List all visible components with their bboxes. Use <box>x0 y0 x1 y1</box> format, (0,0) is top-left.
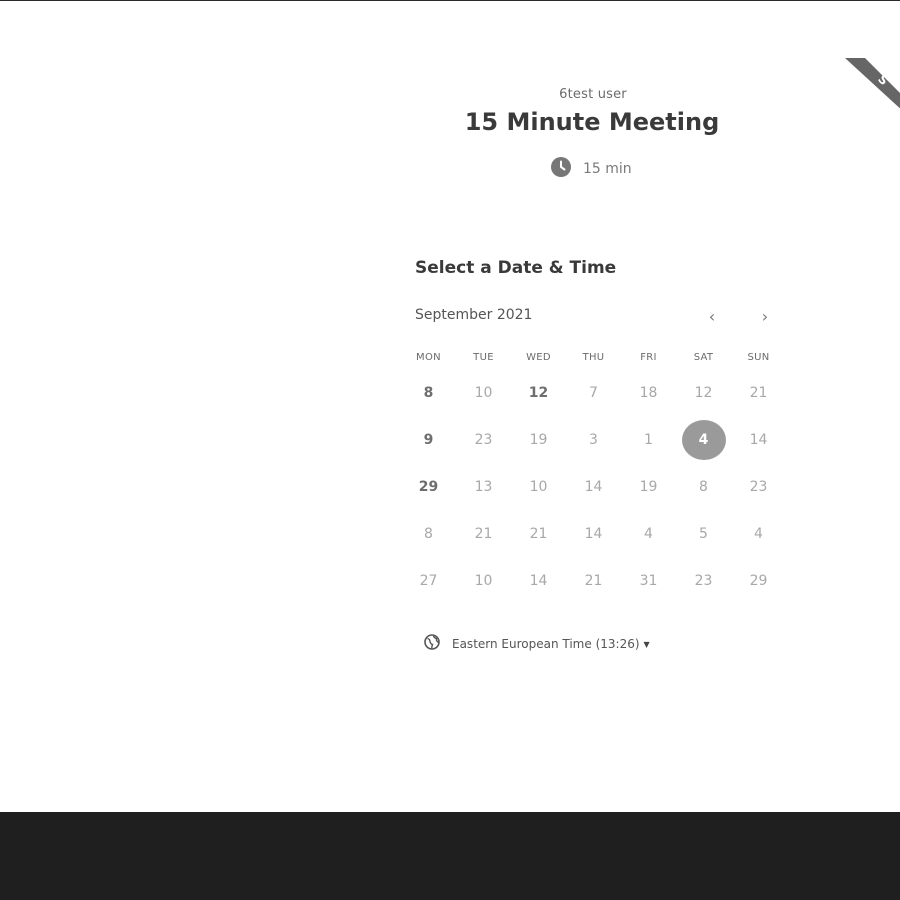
chevron-left-icon: ‹ <box>708 306 716 326</box>
day-cell: 19 <box>621 463 676 510</box>
day-cell: 14 <box>566 463 621 510</box>
day-cell: 13 <box>456 463 511 510</box>
day-number: 12 <box>694 384 713 401</box>
day-cell: 8 <box>401 510 456 557</box>
section-title: Select a Date & Time <box>415 258 617 278</box>
day-cell[interactable]: 9 <box>401 416 456 463</box>
day-number: 4 <box>644 525 653 542</box>
timezone-label: Eastern European Time (13:26) <box>452 637 640 651</box>
day-cell: 3 <box>566 416 621 463</box>
day-cell: 4 <box>731 510 786 557</box>
day-cell[interactable]: 8 <box>401 369 456 416</box>
day-number: 10 <box>529 478 548 495</box>
day-number: 14 <box>584 525 603 542</box>
day-number: 21 <box>474 525 493 542</box>
day-cell: 21 <box>566 557 621 604</box>
day-number: 19 <box>529 431 548 448</box>
day-cell: 10 <box>511 463 566 510</box>
day-cell: 31 <box>621 557 676 604</box>
globe-icon <box>424 634 440 654</box>
weekday-label: WED <box>526 352 551 363</box>
day-cell-selected[interactable]: 4 <box>676 416 731 463</box>
booking-page: S 6test user 15 Minute Meeting 15 min Se… <box>0 0 900 900</box>
day-number: 4 <box>681 419 726 460</box>
weekday-label: SAT <box>693 352 714 363</box>
day-cell: 14 <box>731 416 786 463</box>
next-month-button[interactable]: › <box>755 305 775 327</box>
day-cell: 7 <box>566 369 621 416</box>
day-cell: 5 <box>676 510 731 557</box>
day-cell: 18 <box>621 369 676 416</box>
month-label: September 2021 <box>415 307 533 323</box>
weekday-header: MON TUE WED THU FRI SAT SUN <box>401 352 786 363</box>
day-number: 18 <box>639 384 658 401</box>
day-number: 5 <box>699 525 708 542</box>
day-number: 4 <box>754 525 763 542</box>
day-number: 29 <box>749 572 768 589</box>
duration-info: 15 min <box>551 157 632 181</box>
day-number: 8 <box>699 478 708 495</box>
day-number: 19 <box>639 478 658 495</box>
day-number: 21 <box>584 572 603 589</box>
chevron-right-icon: › <box>761 306 769 326</box>
day-cell: 29 <box>731 557 786 604</box>
day-number: 23 <box>474 431 493 448</box>
weekday-label: MON <box>416 352 441 363</box>
day-number: 21 <box>749 384 768 401</box>
day-cell: 23 <box>731 463 786 510</box>
duration-text: 15 min <box>583 161 632 177</box>
day-cell: 27 <box>401 557 456 604</box>
day-number: 12 <box>528 384 549 401</box>
day-cell: 21 <box>456 510 511 557</box>
day-cell: 19 <box>511 416 566 463</box>
weekday-label: SUN <box>747 352 770 363</box>
day-cell: 8 <box>676 463 731 510</box>
day-cell: 12 <box>676 369 731 416</box>
day-number: 31 <box>639 572 658 589</box>
event-title: 15 Minute Meeting <box>464 108 720 136</box>
day-cell: 14 <box>566 510 621 557</box>
day-number: 13 <box>474 478 493 495</box>
day-cell: 10 <box>456 369 511 416</box>
day-cell: 1 <box>621 416 676 463</box>
day-number: 14 <box>529 572 548 589</box>
day-number: 23 <box>694 572 713 589</box>
weekday-label: THU <box>582 352 605 363</box>
top-divider <box>0 0 900 1</box>
footer-bar <box>0 812 900 900</box>
day-number: 7 <box>589 384 598 401</box>
day-cell[interactable]: 12 <box>511 369 566 416</box>
calendar-grid: 8 10 12 7 18 12 21 9 23 19 3 1 4 14 29 13 10 14 19 8 23 8 21 21… <box>401 369 786 604</box>
corner-ribbon[interactable]: S <box>845 58 900 113</box>
day-cell: 21 <box>511 510 566 557</box>
day-cell[interactable]: 29 <box>401 463 456 510</box>
day-cell: 10 <box>456 557 511 604</box>
day-number: 14 <box>584 478 603 495</box>
prev-month-button[interactable]: ‹ <box>702 305 722 327</box>
day-number: 10 <box>474 572 493 589</box>
day-number: 9 <box>423 431 434 448</box>
day-number: 8 <box>424 525 433 542</box>
day-number: 21 <box>529 525 548 542</box>
day-number: 23 <box>749 478 768 495</box>
day-cell: 4 <box>621 510 676 557</box>
day-cell: 23 <box>676 557 731 604</box>
day-cell: 14 <box>511 557 566 604</box>
day-number: 1 <box>644 431 653 448</box>
day-number: 3 <box>589 431 598 448</box>
host-name: 6test user <box>559 87 627 102</box>
day-number: 8 <box>423 384 434 401</box>
day-number: 29 <box>418 478 439 495</box>
day-number: 27 <box>419 572 438 589</box>
caret-down-icon: ▼ <box>643 639 650 649</box>
weekday-label: FRI <box>640 352 657 363</box>
timezone-selector[interactable]: Eastern European Time (13:26) ▼ <box>424 634 650 654</box>
day-number: 10 <box>474 384 493 401</box>
clock-icon <box>551 157 571 181</box>
weekday-label: TUE <box>473 352 494 363</box>
day-number: 14 <box>749 431 768 448</box>
day-cell: 23 <box>456 416 511 463</box>
day-cell: 21 <box>731 369 786 416</box>
